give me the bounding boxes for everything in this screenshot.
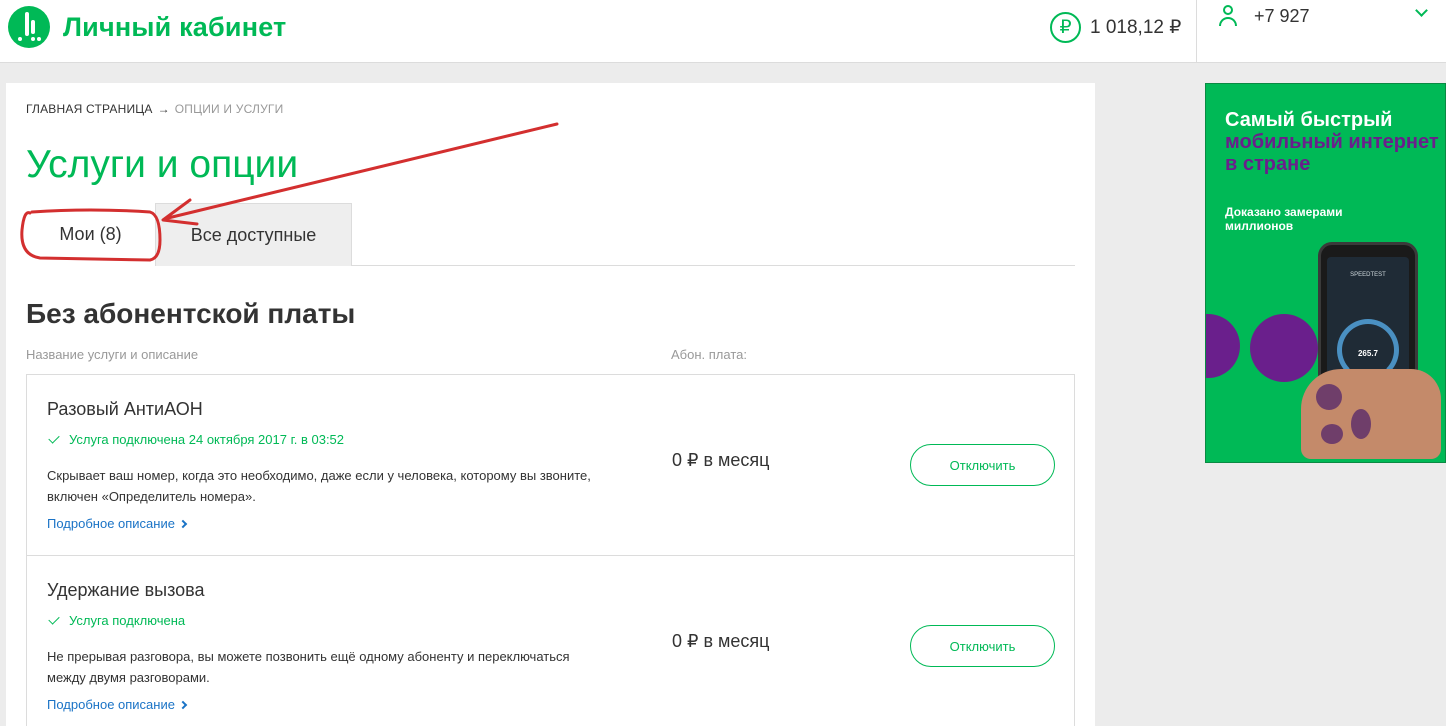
megafon-logo-icon[interactable] — [8, 6, 50, 48]
ad-banner[interactable]: Самый быстрый мобильный интернет в стран… — [1205, 83, 1446, 463]
more-details-label[interactable]: Подробное описание — [47, 697, 175, 712]
tab-all-available[interactable]: Все доступные — [155, 203, 352, 266]
ad-subline: Доказано замерами миллионов — [1225, 205, 1343, 233]
header-divider — [1196, 0, 1197, 63]
ruble-icon: ₽ — [1050, 12, 1081, 43]
more-details-link[interactable]: Подробное описание — [47, 516, 188, 531]
chevron-down-icon[interactable] — [1415, 4, 1428, 17]
check-icon — [48, 613, 60, 625]
service-name: Разовый АнтиАОН — [47, 399, 203, 419]
service-status-text: Услуга подключена 24 октября 2017 г. в 0… — [69, 432, 345, 447]
speedtest-label: SPEEDTEST — [1350, 272, 1386, 278]
more-details-label[interactable]: Подробное описание — [47, 516, 175, 531]
disable-button[interactable]: Отключить — [910, 625, 1055, 667]
breadcrumb-home[interactable]: Главная страница — [26, 102, 153, 116]
column-header-name: Название услуги и описание — [26, 347, 199, 362]
app-title[interactable]: Личный кабинет — [63, 12, 286, 43]
ad-hand-image — [1301, 369, 1441, 459]
service-fee: 0 ₽ в месяц — [672, 631, 770, 651]
breadcrumb-current: Опции и услуги — [174, 102, 284, 116]
section-title: Без абонентской платы — [26, 298, 356, 329]
service-name: Удержание вызова — [47, 580, 205, 600]
chevron-right-icon[interactable] — [178, 519, 188, 528]
service-fee: 0 ₽ в месяц — [672, 450, 770, 470]
service-description: Скрывает ваш номер, когда это необходимо… — [47, 468, 591, 504]
main-content: Главная страница → Опции и услуги Услуги и… — [6, 83, 1095, 726]
service-item: Удержание вызова Услуга подключена Не пр… — [27, 556, 1074, 726]
account-phone[interactable]: +7 927 — [1254, 6, 1310, 27]
ad-headline: Самый быстрый — [1225, 109, 1393, 131]
more-details-link[interactable]: Подробное описание — [47, 697, 188, 712]
chevron-right-icon[interactable] — [178, 700, 188, 709]
user-icon[interactable] — [1218, 5, 1238, 27]
service-description: Не прерывая разговора, вы можете позвони… — [47, 649, 570, 685]
column-header-fee: Абон. плата: — [671, 347, 747, 362]
top-header: Личный кабинет ₽ 1 018,12 ₽ +7 927 — [0, 0, 1446, 63]
service-status-text: Услуга подключена — [69, 613, 186, 628]
breadcrumb-separator: → — [157, 102, 170, 116]
breadcrumb: Главная страница → Опции и услуги — [26, 102, 283, 116]
tab-bar: Мои (8) Все доступные — [26, 203, 1075, 266]
service-status: Услуга подключена 24 октября 2017 г. в 0… — [47, 432, 344, 447]
ad-headline-accent: мобильный интернет в стране — [1225, 131, 1439, 175]
check-icon — [48, 432, 60, 444]
ad-decor-circle — [1250, 314, 1318, 382]
tab-my[interactable]: Мои (8) — [26, 203, 155, 266]
service-list: Разовый АнтиАОН Услуга подключена 24 окт… — [26, 374, 1075, 726]
balance-value: 1 018,12 ₽ — [1090, 17, 1182, 38]
service-status: Услуга подключена — [47, 613, 185, 628]
disable-button[interactable]: Отключить — [910, 444, 1055, 486]
service-item: Разовый АнтиАОН Услуга подключена 24 окт… — [27, 375, 1074, 556]
ad-decor-circle — [1206, 314, 1240, 378]
balance-widget[interactable]: ₽ 1 018,12 ₽ — [1050, 12, 1181, 43]
page-title: Услуги и опции — [26, 143, 299, 186]
speed-value: 265.7 — [1357, 349, 1379, 358]
